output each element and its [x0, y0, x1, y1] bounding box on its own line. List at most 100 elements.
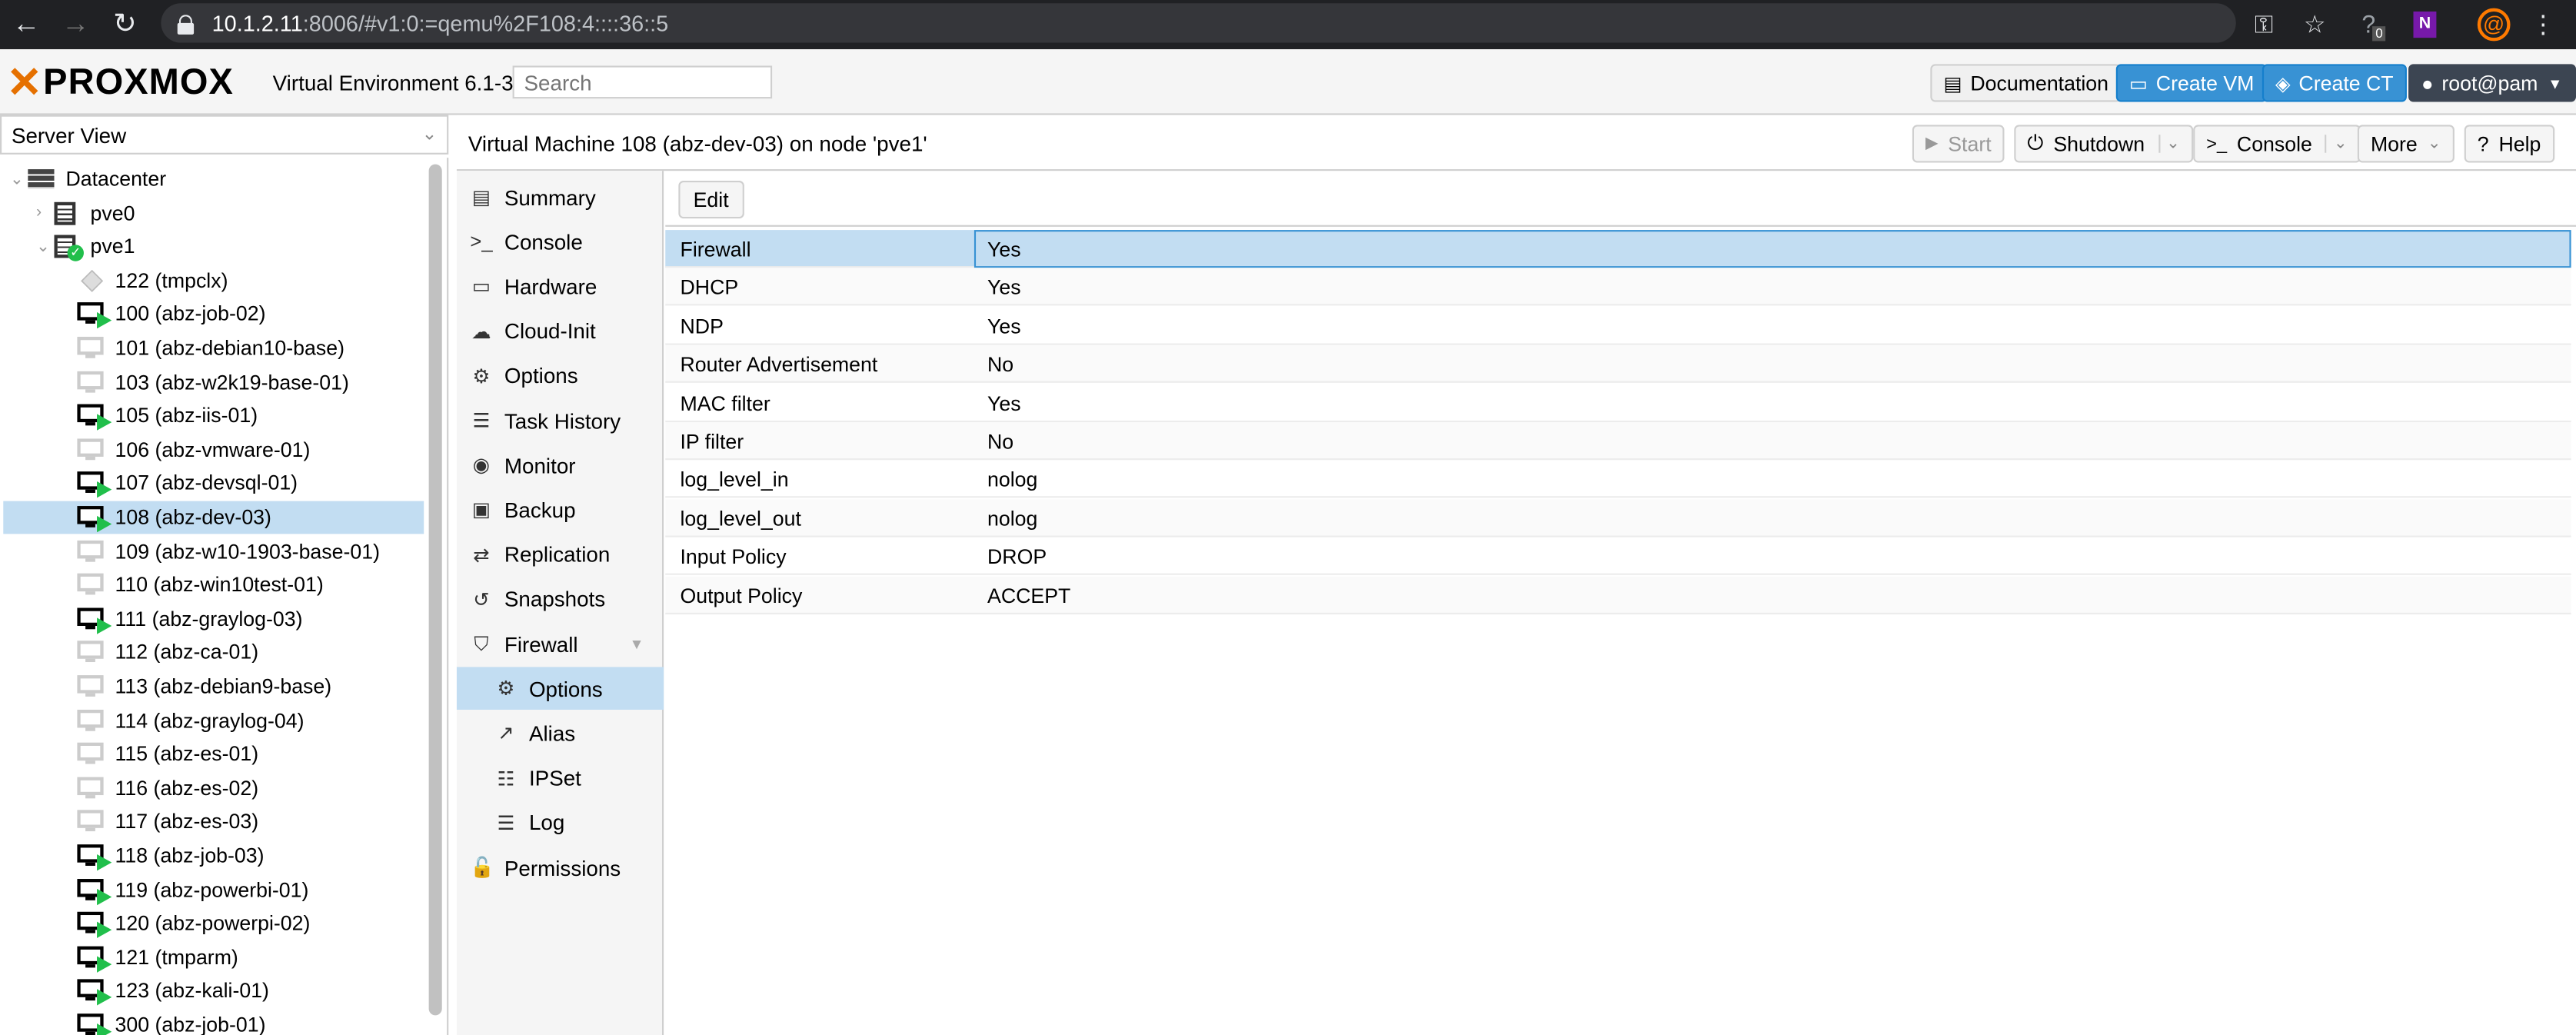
menu-item-options[interactable]: ⚙ Options	[457, 354, 664, 398]
running-status-icon	[97, 481, 112, 499]
menu-item-label: Alias	[528, 721, 576, 746]
menu-icon[interactable]: ⋮	[2525, 7, 2561, 43]
tree-guest[interactable]: 108 (abz-dev-03)	[3, 501, 424, 534]
more-button[interactable]: More ⌄	[2357, 125, 2455, 163]
desktop-icon: ▭	[471, 275, 491, 298]
tree-guest[interactable]: 118 (abz-job-03)	[3, 840, 424, 873]
tree-guest[interactable]: 112 (abz-ca-01)	[3, 637, 424, 670]
menu-item-cloud-init[interactable]: ☁ Cloud-Init	[457, 310, 664, 353]
chevron-down-icon[interactable]: ▼	[629, 636, 644, 652]
tree-guest[interactable]: 300 (abz-job-01)	[3, 1009, 424, 1035]
tree-guest[interactable]: 109 (abz-w10-1903-base-01)	[3, 535, 424, 568]
node-icon	[52, 201, 78, 225]
tree-guest[interactable]: 113 (abz-debian9-base)	[3, 671, 424, 704]
grid-row[interactable]: MAC filter Yes	[665, 384, 2571, 422]
tree-guest[interactable]: 116 (abz-es-02)	[3, 772, 424, 805]
back-icon[interactable]: ←	[8, 7, 45, 43]
help-button[interactable]: ? Help	[2464, 125, 2554, 163]
extension-icon[interactable]: ? 0	[2356, 7, 2392, 43]
grid-row[interactable]: Input Policy DROP	[665, 537, 2571, 576]
menu-item-backup[interactable]: ▣ Backup	[457, 488, 664, 531]
edit-button[interactable]: Edit	[678, 181, 744, 219]
menu-item-console[interactable]: >_ Console	[457, 221, 664, 264]
tree-guest[interactable]: 121 (tmparm)	[3, 941, 424, 974]
tree-guest[interactable]: 106 (abz-vmware-01)	[3, 434, 424, 467]
grid-row[interactable]: NDP Yes	[665, 307, 2571, 345]
tree-guest[interactable]: 107 (abz-devsql-01)	[3, 468, 424, 501]
grid-row[interactable]: Output Policy ACCEPT	[665, 576, 2571, 614]
grid-row[interactable]: Router Advertisement No	[665, 345, 2571, 384]
onenote-icon[interactable]: N	[2407, 7, 2443, 43]
address-bar[interactable]: 10.1.2.11 :8006/#v1:0:=qemu%2F108:4::::3…	[161, 3, 2236, 43]
start-button[interactable]: ▶ Start	[1912, 125, 2005, 163]
tree-guest[interactable]: 103 (abz-w2k19-base-01)	[3, 366, 424, 399]
row-key: DHCP	[680, 276, 739, 300]
row-value: Yes	[987, 238, 1021, 261]
tree-guest[interactable]: 120 (abz-powerpi-02)	[3, 907, 424, 940]
menu-item-log[interactable]: ☰ Log	[457, 801, 664, 844]
view-selector[interactable]: Server View ⌄	[0, 115, 449, 155]
grid-row[interactable]: log_level_in nolog	[665, 461, 2571, 499]
tree-guest[interactable]: 122 (tmpclx)	[3, 265, 424, 298]
menu-item-options[interactable]: ⚙ Options	[456, 667, 664, 711]
user-menu-button[interactable]: ● root@pam ▼	[2408, 64, 2576, 102]
menu-item-monitor[interactable]: ◉ Monitor	[457, 444, 664, 487]
tree-datacenter[interactable]: ⌄ Datacenter	[3, 163, 424, 196]
grid-row[interactable]: log_level_out nolog	[665, 499, 2571, 537]
external-link-icon: ↗	[498, 721, 514, 745]
tree-guest[interactable]: 105 (abz-iis-01)	[3, 400, 424, 433]
grid-row[interactable]: DHCP Yes	[665, 268, 2571, 307]
chevron-down-icon[interactable]: ⌄	[2325, 135, 2348, 153]
row-key: Router Advertisement	[680, 353, 878, 377]
documentation-button[interactable]: ▤ Documentation	[1930, 64, 2122, 102]
url-host: 10.1.2.11	[211, 10, 303, 35]
grid-row[interactable]: Firewall Yes	[665, 230, 2571, 268]
tree-guest[interactable]: 117 (abz-es-03)	[3, 806, 424, 839]
tree-label: 117 (abz-es-03)	[115, 810, 259, 834]
running-status-icon	[97, 921, 112, 939]
tree-node-pve1[interactable]: ⌄ ✓ pve1	[3, 231, 424, 264]
tree-label: 114 (abz-graylog-04)	[115, 709, 305, 733]
forward-icon[interactable]: →	[58, 7, 94, 43]
menu-item-hardware[interactable]: ▭ Hardware	[457, 265, 664, 308]
menu-item-task-history[interactable]: ☰ Task History	[457, 399, 664, 442]
vm-icon	[77, 641, 104, 664]
collapse-icon[interactable]: ⌄	[36, 238, 50, 256]
create-ct-button[interactable]: ◈ Create CT	[2261, 64, 2407, 102]
menu-item-replication[interactable]: ⇄ Replication	[457, 533, 664, 576]
console-button[interactable]: >_ Console ⌄	[2193, 125, 2361, 163]
menu-item-firewall[interactable]: ⛉ Firewall ▼	[457, 623, 664, 666]
grid-row[interactable]: IP filter No	[665, 422, 2571, 461]
menu-item-alias[interactable]: ↗ Alias	[457, 712, 664, 755]
collapse-icon[interactable]: ⌄	[10, 170, 24, 188]
tree-guest[interactable]: 110 (abz-win10test-01)	[3, 569, 424, 602]
menu-item-ipset[interactable]: ☷ IPSet	[457, 757, 664, 800]
tree-guest[interactable]: 100 (abz-job-02)	[3, 298, 424, 331]
terminal-icon: >_	[470, 230, 493, 254]
profile-icon[interactable]: @	[2476, 7, 2512, 43]
tree-label: 107 (abz-devsql-01)	[115, 472, 298, 495]
chevron-down-icon[interactable]: ⌄	[2158, 135, 2180, 153]
expand-icon[interactable]: ›	[36, 204, 42, 222]
shutdown-button[interactable]: ⏻ Shutdown ⌄	[2014, 125, 2193, 163]
tree-scrollbar[interactable]	[428, 164, 442, 1016]
menu-item-snapshots[interactable]: ↺ Snapshots	[457, 578, 664, 621]
menu-item-summary[interactable]: ▤ Summary	[457, 176, 664, 219]
tree-guest[interactable]: 123 (abz-kali-01)	[3, 975, 424, 1008]
tree-node-pve0[interactable]: › pve0	[3, 197, 424, 230]
tree-guest[interactable]: 114 (abz-graylog-04)	[3, 704, 424, 737]
tree-guest[interactable]: 115 (abz-es-01)	[3, 738, 424, 771]
create-vm-button[interactable]: ▭ Create VM	[2115, 64, 2268, 102]
menu-item-permissions[interactable]: 🔓 Permissions	[457, 846, 664, 889]
key-icon[interactable]: ⚿	[2246, 7, 2282, 43]
tree-guest[interactable]: 119 (abz-powerbi-01)	[3, 874, 424, 907]
search-input[interactable]	[512, 65, 773, 99]
tree-guest[interactable]: 111 (abz-graylog-03)	[3, 603, 424, 636]
tree-label: 105 (abz-iis-01)	[115, 404, 258, 428]
reload-icon[interactable]: ↻	[107, 7, 143, 43]
vm-icon	[77, 472, 112, 499]
vm-icon	[77, 540, 104, 563]
unlock-icon: 🔓	[470, 856, 494, 880]
star-icon[interactable]: ☆	[2297, 7, 2333, 43]
tree-guest[interactable]: 101 (abz-debian10-base)	[3, 332, 424, 365]
